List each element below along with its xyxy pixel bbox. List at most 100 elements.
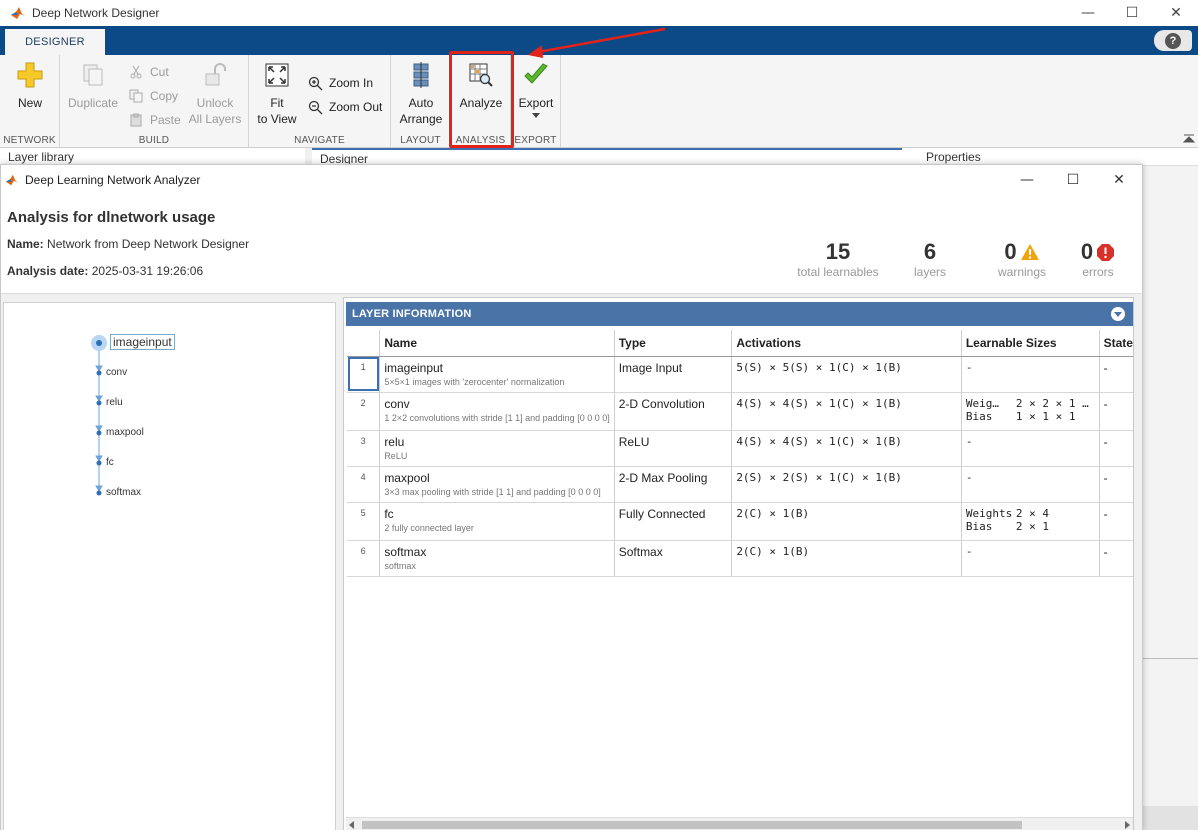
activations-cell[interactable]: 2(C) × 1(B) — [731, 540, 962, 577]
new-plus-icon — [17, 62, 43, 88]
layer-name-cell[interactable]: relu ReLU — [379, 430, 615, 467]
row-index[interactable]: 2 — [347, 392, 381, 431]
tab-designer[interactable]: DESIGNER — [5, 29, 105, 55]
graph-node-fc[interactable] — [96, 460, 102, 466]
layer-name-cell[interactable]: maxpool 3×3 max pooling with stride [1 1]… — [379, 466, 615, 503]
layer-information-header[interactable]: LAYER INFORMATION — [346, 302, 1133, 326]
layer-type-cell[interactable]: Fully Connected — [614, 502, 733, 541]
graph-label-imageinput[interactable]: imageinput — [110, 334, 175, 350]
analyzer-minimize-button[interactable]: — — [1004, 165, 1050, 195]
column-header-activations[interactable]: Activations — [731, 330, 962, 357]
graph-node-maxpool[interactable] — [96, 430, 102, 436]
layer-type-cell[interactable]: 2-D Max Pooling — [614, 466, 733, 503]
copy-button[interactable]: Copy — [128, 86, 178, 106]
collapse-toolstrip-icon[interactable] — [1183, 133, 1195, 143]
column-header-name[interactable]: Name — [379, 330, 615, 357]
copy-icon — [129, 89, 143, 103]
close-button[interactable]: ✕ — [1154, 0, 1198, 26]
table-row[interactable]: 1 imageinput 5×5×1 images with 'zerocenter… — [347, 356, 1133, 393]
group-label-analysis: ANALYSIS — [455, 135, 506, 146]
export-button[interactable]: Export — [511, 61, 561, 131]
maximize-button[interactable]: ☐ — [1110, 0, 1154, 26]
warnings-count: 0 — [1004, 239, 1017, 264]
state-cell[interactable]: - — [1099, 466, 1133, 503]
graph-label-maxpool[interactable]: maxpool — [106, 427, 144, 438]
layer-name-cell[interactable]: fc 2 fully connected layer — [379, 502, 615, 541]
zoom-in-button[interactable]: Zoom In — [307, 73, 373, 93]
state-cell[interactable]: - — [1099, 502, 1133, 541]
learnable-sizes-cell[interactable]: - — [961, 356, 1100, 393]
layer-type-cell[interactable]: Image Input — [614, 356, 733, 393]
duplicate-button[interactable]: Duplicate — [66, 61, 120, 131]
fit-to-view-button[interactable]: Fit to View — [252, 61, 302, 131]
learnable-sizes-cell[interactable]: - — [961, 540, 1100, 577]
graph-label-fc[interactable]: fc — [106, 457, 114, 468]
analyzer-close-button[interactable]: ✕ — [1096, 165, 1142, 195]
graph-label-relu[interactable]: relu — [106, 397, 123, 408]
learnable-sizes-cell[interactable]: - — [961, 430, 1100, 467]
activations-cell[interactable]: 2(S) × 2(S) × 1(C) × 1(B) — [731, 466, 962, 503]
help-button[interactable]: ? — [1154, 30, 1192, 51]
row-index[interactable]: 3 — [347, 430, 381, 467]
column-header-state[interactable]: State — [1099, 330, 1133, 357]
graph-node-relu[interactable] — [96, 400, 102, 406]
scroll-left-icon[interactable] — [349, 821, 354, 829]
learnable-sizes-cell[interactable]: Weig… 2 × 2 × 1 … Bias 1 × 1 × 1 — [961, 392, 1100, 431]
layer-type-cell[interactable]: ReLU — [614, 430, 733, 467]
layer-name-cell[interactable]: conv 1 2×2 convolutions with stride [1 1]… — [379, 392, 615, 431]
row-index[interactable]: 4 — [347, 466, 381, 503]
state-cell[interactable]: - — [1099, 430, 1133, 467]
activations-cell[interactable]: 2(C) × 1(B) — [731, 502, 962, 541]
network-name-row: Name: Network from Deep Network Designer — [7, 237, 249, 251]
learnable-sizes-cell[interactable]: - — [961, 466, 1100, 503]
row-index[interactable]: 5 — [347, 502, 381, 541]
learnable-name: - — [965, 544, 973, 558]
graph-label-softmax[interactable]: softmax — [106, 487, 141, 498]
activations-cell[interactable]: 5(S) × 5(S) × 1(C) × 1(B) — [731, 356, 962, 393]
learnables-count: 15 — [825, 239, 851, 264]
graph-label-conv[interactable]: conv — [106, 367, 127, 378]
layer-type-cell[interactable]: 2-D Convolution — [614, 392, 733, 431]
zoom-out-button[interactable]: Zoom Out — [307, 97, 382, 117]
column-header-type[interactable]: Type — [614, 330, 733, 357]
error-icon — [1097, 243, 1115, 261]
state-cell[interactable]: - — [1099, 392, 1133, 431]
collapse-section-icon[interactable] — [1111, 307, 1125, 321]
scrollbar-thumb[interactable] — [362, 821, 1022, 829]
network-graph-edges — [91, 335, 107, 496]
analyze-button[interactable]: Analyze — [456, 61, 506, 131]
layer-table: Name Type Activations Learnable Sizes St… — [347, 330, 1133, 577]
row-index[interactable]: 6 — [347, 540, 381, 577]
auto-arrange-button[interactable]: Auto Arrange — [396, 61, 446, 131]
column-header-index[interactable] — [347, 330, 381, 357]
graph-node-conv[interactable] — [96, 370, 102, 376]
cut-button[interactable]: Cut — [128, 62, 169, 82]
horizontal-scrollbar[interactable] — [346, 817, 1133, 830]
table-row[interactable]: 3 relu ReLU ReLU 4(S) × 4(S) × 1(C) × 1(B) - - — [347, 430, 1133, 467]
table-row[interactable]: 4 maxpool 3×3 max pooling with stride [1 1… — [347, 466, 1133, 503]
layer-type-cell[interactable]: Softmax — [614, 540, 733, 577]
network-graph-pane[interactable]: imageinput conv relu maxpool fc softmax — [3, 302, 336, 830]
learnable-sizes-cell[interactable]: Weights 2 × 4 Bias 2 × 1 — [961, 502, 1100, 541]
analyzer-maximize-button[interactable]: ☐ — [1050, 165, 1096, 195]
table-row[interactable]: 2 conv 1 2×2 convolutions with stride [1 1… — [347, 392, 1133, 431]
graph-node-softmax[interactable] — [96, 490, 102, 496]
table-row[interactable]: 6 softmax softmax Softmax 2(C) × 1(B) - - — [347, 540, 1133, 577]
table-row[interactable]: 5 fc 2 fully connected layer Fully Connecte… — [347, 502, 1133, 541]
scroll-right-icon[interactable] — [1125, 821, 1130, 829]
unlock-all-layers-button[interactable]: Unlock All Layers — [188, 61, 242, 131]
stat-learnables: 15 total learnables — [788, 239, 888, 279]
activations-cell[interactable]: 4(S) × 4(S) × 1(C) × 1(B) — [731, 430, 962, 467]
duplicate-icon — [83, 64, 103, 86]
new-button[interactable]: New — [5, 61, 55, 131]
state-cell[interactable]: - — [1099, 540, 1133, 577]
layer-name-cell[interactable]: softmax softmax — [379, 540, 615, 577]
minimize-button[interactable]: — — [1066, 0, 1110, 26]
activations-cell[interactable]: 4(S) × 4(S) × 1(C) × 1(B) — [731, 392, 962, 431]
row-index[interactable]: 1 — [347, 356, 381, 393]
state-cell[interactable]: - — [1099, 356, 1133, 393]
unlock-label-1: Unlock — [196, 96, 234, 110]
layer-name-cell[interactable]: imageinput 5×5×1 images with 'zerocenter'… — [379, 356, 615, 393]
column-header-learnable-sizes[interactable]: Learnable Sizes — [961, 330, 1100, 357]
paste-button[interactable]: Paste — [128, 110, 181, 130]
